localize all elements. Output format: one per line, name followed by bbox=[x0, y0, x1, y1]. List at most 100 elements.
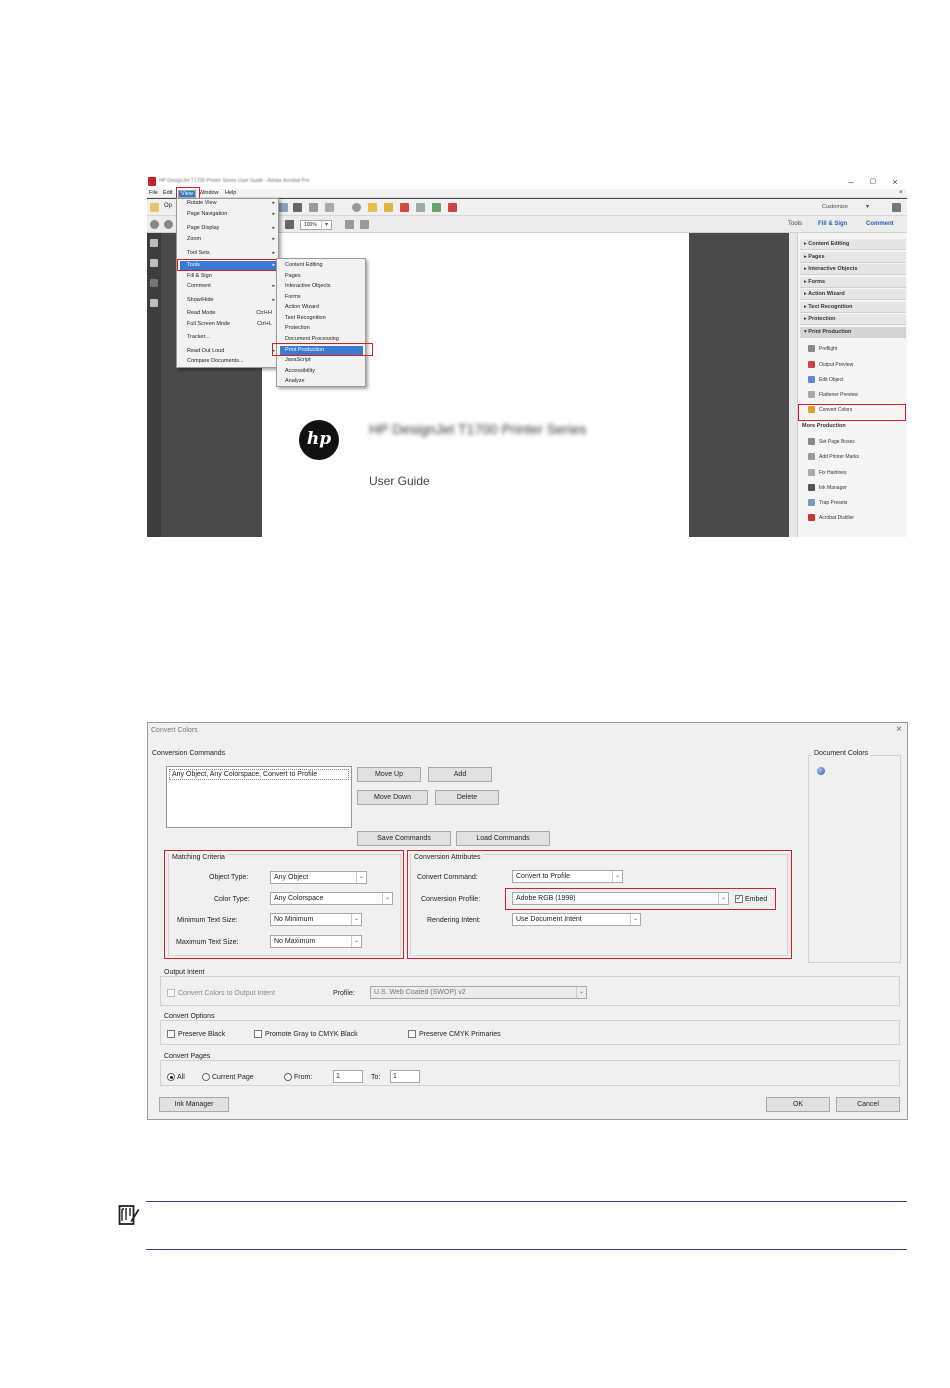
preserve-black-checkbox[interactable] bbox=[167, 1030, 175, 1038]
tools-submenu-interactive-objects[interactable]: Interactive Objects bbox=[285, 283, 331, 289]
max-text-size-select[interactable]: No Maximum ⌄ bbox=[270, 935, 362, 948]
tools-submenu-analyze[interactable]: Analyze bbox=[285, 378, 305, 384]
section-forms[interactable]: ▸ Forms bbox=[800, 277, 906, 288]
layers-icon[interactable] bbox=[150, 299, 158, 307]
prev-page-icon[interactable] bbox=[150, 220, 159, 229]
tool-flattener-preview[interactable]: Flattener Preview bbox=[808, 389, 858, 401]
customize-dropdown[interactable]: Customize bbox=[822, 204, 848, 210]
commands-list-item[interactable]: Any Object, Any Colorspace, Convert to P… bbox=[169, 769, 349, 780]
rendering-intent-select[interactable]: Use Document Intent ⌄ bbox=[512, 913, 641, 926]
view-menu-show-hide[interactable]: Show/Hide bbox=[187, 297, 214, 303]
vertical-scrollbar[interactable] bbox=[789, 233, 797, 537]
attachments-icon[interactable] bbox=[150, 279, 158, 287]
tool-trap-presets[interactable]: Trap Presets bbox=[808, 497, 847, 509]
to-page-input[interactable]: 1 bbox=[390, 1070, 420, 1083]
settings-icon[interactable] bbox=[352, 203, 361, 212]
document-color-swatch-icon[interactable] bbox=[817, 767, 825, 775]
view-menu-read-out-loud[interactable]: Read Out Loud bbox=[187, 348, 224, 354]
dialog-close-icon[interactable]: × bbox=[896, 724, 902, 735]
sign-icon[interactable] bbox=[448, 203, 457, 212]
move-up-button[interactable]: Move Up bbox=[357, 767, 421, 782]
view-menu-tracker[interactable]: Tracker... bbox=[187, 334, 210, 340]
tool-add-printer-marks[interactable]: Add Printer Marks bbox=[808, 451, 859, 463]
view-menu-fill-sign[interactable]: Fill & Sign bbox=[187, 273, 212, 279]
tools-submenu-javascript[interactable]: JavaScript bbox=[285, 357, 311, 363]
open-label[interactable]: Op bbox=[164, 203, 172, 209]
view-menu-full-screen[interactable]: Full Screen Mode bbox=[187, 321, 230, 327]
commands-list[interactable]: Any Object, Any Colorspace, Convert to P… bbox=[166, 766, 352, 828]
stamp-icon[interactable] bbox=[400, 203, 409, 212]
current-page-radio[interactable] bbox=[202, 1073, 210, 1081]
zoom-in-icon[interactable] bbox=[285, 220, 294, 229]
menu-file[interactable]: File bbox=[149, 190, 158, 196]
tool-preflight[interactable]: Preflight bbox=[808, 343, 837, 355]
tool-set-page-boxes[interactable]: Set Page Boxes bbox=[808, 436, 855, 448]
customize-chevron-icon[interactable]: ▾ bbox=[866, 203, 869, 210]
tools-submenu-forms[interactable]: Forms bbox=[285, 294, 301, 300]
fit-page-icon[interactable] bbox=[345, 220, 354, 229]
load-commands-button[interactable]: Load Commands bbox=[456, 831, 550, 846]
minimize-icon[interactable]: – bbox=[843, 176, 859, 188]
tools-submenu-accessibility[interactable]: Accessibility bbox=[285, 368, 315, 374]
highlight-icon[interactable] bbox=[384, 203, 393, 212]
comment-bubble-icon[interactable] bbox=[368, 203, 377, 212]
tool-ink-manager[interactable]: Ink Manager bbox=[808, 482, 847, 494]
menu-help[interactable]: Help bbox=[225, 190, 236, 196]
combine-icon[interactable] bbox=[432, 203, 441, 212]
tool-fix-hairlines[interactable]: Fix Hairlines bbox=[808, 467, 847, 479]
menu-window[interactable]: Window bbox=[199, 190, 219, 196]
ok-button[interactable]: OK bbox=[766, 1097, 830, 1112]
zoom-select[interactable]: 100% ▾ bbox=[300, 220, 332, 230]
cancel-button[interactable]: Cancel bbox=[836, 1097, 900, 1112]
section-print-production[interactable]: ▾ Print Production bbox=[800, 327, 906, 338]
view-menu-tool-sets[interactable]: Tool Sets bbox=[187, 250, 210, 256]
convert-command-select[interactable]: Convert to Profile ⌄ bbox=[512, 870, 623, 883]
fill-sign-tab[interactable]: Fill & Sign bbox=[818, 221, 847, 227]
menu-edit[interactable]: Edit bbox=[163, 190, 172, 196]
add-button[interactable]: Add bbox=[428, 767, 492, 782]
tool-edit-object[interactable]: Edit Object bbox=[808, 374, 843, 386]
section-interactive-objects[interactable]: ▸ Interactive Objects bbox=[800, 264, 906, 275]
bookmarks-icon[interactable] bbox=[150, 259, 158, 267]
tools-submenu-protection[interactable]: Protection bbox=[285, 325, 310, 331]
fit-width-icon[interactable] bbox=[360, 220, 369, 229]
color-type-select[interactable]: Any Colorspace ⌄ bbox=[270, 892, 393, 905]
promote-gray-checkbox[interactable] bbox=[254, 1030, 262, 1038]
view-menu-read-mode[interactable]: Read Mode bbox=[187, 310, 215, 316]
view-menu-comment[interactable]: Comment bbox=[187, 283, 211, 289]
view-menu-compare-documents[interactable]: Compare Documents... bbox=[187, 358, 244, 364]
open-folder-icon[interactable] bbox=[150, 203, 159, 212]
tools-submenu-action-wizard[interactable]: Action Wizard bbox=[285, 304, 319, 310]
next-page-icon[interactable] bbox=[164, 220, 173, 229]
close-icon[interactable]: × bbox=[887, 176, 903, 188]
view-menu-page-navigation[interactable]: Page Navigation bbox=[187, 211, 227, 217]
tool-acrobat-distiller[interactable]: Acrobat Distiller bbox=[808, 512, 854, 524]
section-text-recognition[interactable]: ▸ Text Recognition bbox=[800, 302, 906, 313]
tools-submenu-document-processing[interactable]: Document Processing bbox=[285, 336, 339, 342]
tools-tab[interactable]: Tools bbox=[788, 221, 802, 227]
delete-button[interactable]: Delete bbox=[435, 790, 499, 805]
output-profile-select[interactable]: U.S. Web Coated (SWOP) v2 ⌄ bbox=[370, 986, 587, 999]
min-text-size-select[interactable]: No Minimum ⌄ bbox=[270, 913, 362, 926]
tool-output-preview[interactable]: Output Preview bbox=[808, 359, 853, 371]
section-action-wizard[interactable]: ▸ Action Wizard bbox=[800, 289, 906, 300]
view-menu-page-display[interactable]: Page Display bbox=[187, 225, 219, 231]
email-icon[interactable] bbox=[279, 203, 288, 212]
move-down-button[interactable]: Move Down bbox=[357, 790, 428, 805]
section-protection[interactable]: ▸ Protection bbox=[800, 314, 906, 325]
maximize-icon[interactable]: ▢ bbox=[865, 176, 881, 188]
pages-icon[interactable] bbox=[416, 203, 425, 212]
page-thumbnails-icon[interactable] bbox=[150, 239, 158, 247]
menubar-close-icon[interactable]: × bbox=[899, 190, 903, 196]
view-menu-zoom[interactable]: Zoom bbox=[187, 236, 201, 242]
all-pages-radio[interactable] bbox=[167, 1073, 175, 1081]
ink-manager-button[interactable]: Ink Manager bbox=[159, 1097, 229, 1112]
tools-submenu-pages[interactable]: Pages bbox=[285, 273, 301, 279]
section-pages[interactable]: ▸ Pages bbox=[800, 252, 906, 263]
from-pages-radio[interactable] bbox=[284, 1073, 292, 1081]
from-page-input[interactable]: 1 bbox=[333, 1070, 363, 1083]
mail-icon[interactable] bbox=[325, 203, 334, 212]
print-icon[interactable] bbox=[293, 203, 302, 212]
section-content-editing[interactable]: ▸ Content Editing bbox=[800, 239, 906, 250]
preserve-cmyk-checkbox[interactable] bbox=[408, 1030, 416, 1038]
